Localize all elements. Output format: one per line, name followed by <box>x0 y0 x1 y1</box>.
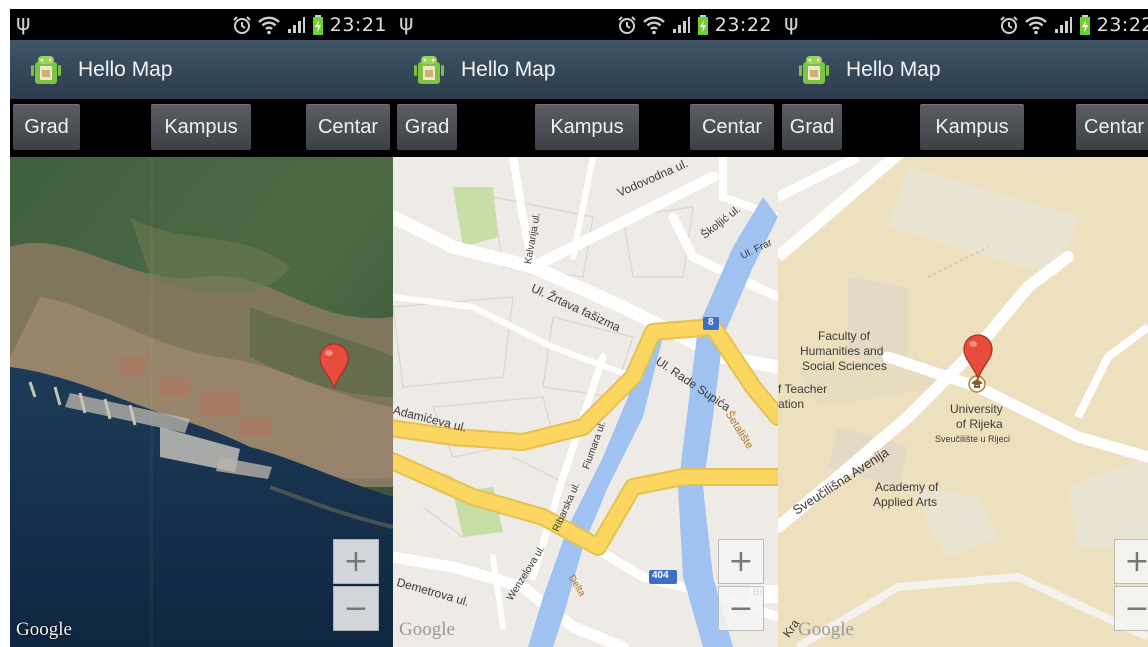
wifi-icon <box>642 16 665 34</box>
action-bar: Hello Map <box>393 40 778 100</box>
app-title: Hello Map <box>846 57 941 81</box>
map-marker[interactable] <box>318 343 350 389</box>
alarm-icon <box>618 15 636 34</box>
status-clock: 23:22 <box>1096 13 1148 36</box>
screen-campus: ψ 23:22 Hello Map Grad Kampus Centar Fac… <box>778 9 1148 647</box>
grad-button[interactable]: Grad <box>13 104 80 150</box>
zoom-out-button[interactable]: − <box>1114 586 1148 631</box>
map-view-satellite[interactable]: + − Google <box>10 157 393 647</box>
place-university: University <box>950 402 1003 416</box>
button-bar: Grad Kampus Centar <box>393 99 778 157</box>
action-bar: Hello Map <box>778 40 1148 100</box>
usb-icon: ψ <box>399 11 414 36</box>
alarm-icon <box>1000 15 1018 34</box>
status-bar: ψ 23:21 <box>10 9 393 40</box>
place-academy: Applied Arts <box>873 495 938 509</box>
kampus-button[interactable]: Kampus <box>920 104 1024 150</box>
map-marker[interactable] <box>962 334 994 380</box>
action-bar: Hello Map <box>10 40 393 100</box>
place-faculty-humanities: Humanities and <box>800 344 884 358</box>
zoom-controls: + − <box>1114 539 1148 631</box>
status-clock: 23:21 <box>329 13 387 36</box>
grad-button[interactable]: Grad <box>782 104 842 150</box>
zoom-in-button[interactable]: + <box>333 539 379 584</box>
app-title: Hello Map <box>461 57 556 81</box>
android-icon[interactable] <box>796 52 832 88</box>
centar-button[interactable]: Centar <box>690 104 774 150</box>
status-bar: ψ 23:22 <box>393 9 778 40</box>
wifi-icon <box>1024 16 1047 34</box>
google-logo: Google <box>399 619 455 640</box>
battery-charging-icon <box>1079 14 1090 35</box>
zoom-out-button[interactable]: − <box>333 586 379 631</box>
map-view-campus[interactable]: Faculty of Humanities and Social Science… <box>778 157 1148 647</box>
signal-icon <box>1054 16 1072 33</box>
zoom-controls: + − <box>333 539 379 631</box>
kampus-button[interactable]: Kampus <box>151 104 251 150</box>
button-bar: Grad Kampus Centar <box>778 99 1148 157</box>
google-logo: Google <box>798 619 854 640</box>
centar-button[interactable]: Centar <box>1076 104 1148 150</box>
zoom-in-button[interactable]: + <box>718 539 764 584</box>
usb-icon: ψ <box>16 11 31 36</box>
centar-button[interactable]: Centar <box>306 104 390 150</box>
place-university: of Rijeka <box>956 417 1003 431</box>
place-faculty-humanities: Social Sciences <box>802 359 887 373</box>
usb-icon: ψ <box>784 11 799 36</box>
kampus-button[interactable]: Kampus <box>535 104 639 150</box>
place-university: Sveučilište u Rijeci <box>935 434 1011 444</box>
road-shield-404: 404 <box>652 570 669 581</box>
button-bar: Grad Kampus Centar <box>10 99 393 157</box>
battery-charging-icon <box>312 14 323 35</box>
screen-satellite: ψ 23:21 Hello Map Grad Kampus Centar + −… <box>10 9 393 647</box>
alarm-icon <box>233 15 251 34</box>
zoom-controls: + − <box>718 539 764 631</box>
place-faculty-teacher: ation <box>778 397 805 411</box>
place-faculty-teacher: f Teacher <box>778 382 828 396</box>
place-faculty-humanities: Faculty of <box>818 329 871 343</box>
zoom-out-button[interactable]: − <box>718 586 764 631</box>
app-title: Hello Map <box>78 57 173 81</box>
android-icon[interactable] <box>28 52 64 88</box>
signal-icon <box>672 16 690 33</box>
status-bar: ψ 23:22 <box>778 9 1148 40</box>
status-clock: 23:22 <box>714 13 772 36</box>
road-shield-8: 8 <box>708 317 714 328</box>
place-academy: Academy of <box>875 480 939 494</box>
screen-roads: ψ 23:22 Hello Map Grad Kampus Centar 8 4… <box>393 9 778 647</box>
google-logo: Google <box>16 619 72 640</box>
android-icon[interactable] <box>411 52 447 88</box>
grad-button[interactable]: Grad <box>397 104 457 150</box>
signal-icon <box>287 16 305 33</box>
battery-charging-icon <box>697 14 708 35</box>
zoom-in-button[interactable]: + <box>1114 539 1148 584</box>
wifi-icon <box>257 16 280 34</box>
map-view-roads[interactable]: 8 404 Vodovodna ul. Školjić ul. Kalvarij… <box>393 157 778 647</box>
screenshot-strip: ψ 23:21 Hello Map Grad Kampus Centar + −… <box>10 9 1148 647</box>
